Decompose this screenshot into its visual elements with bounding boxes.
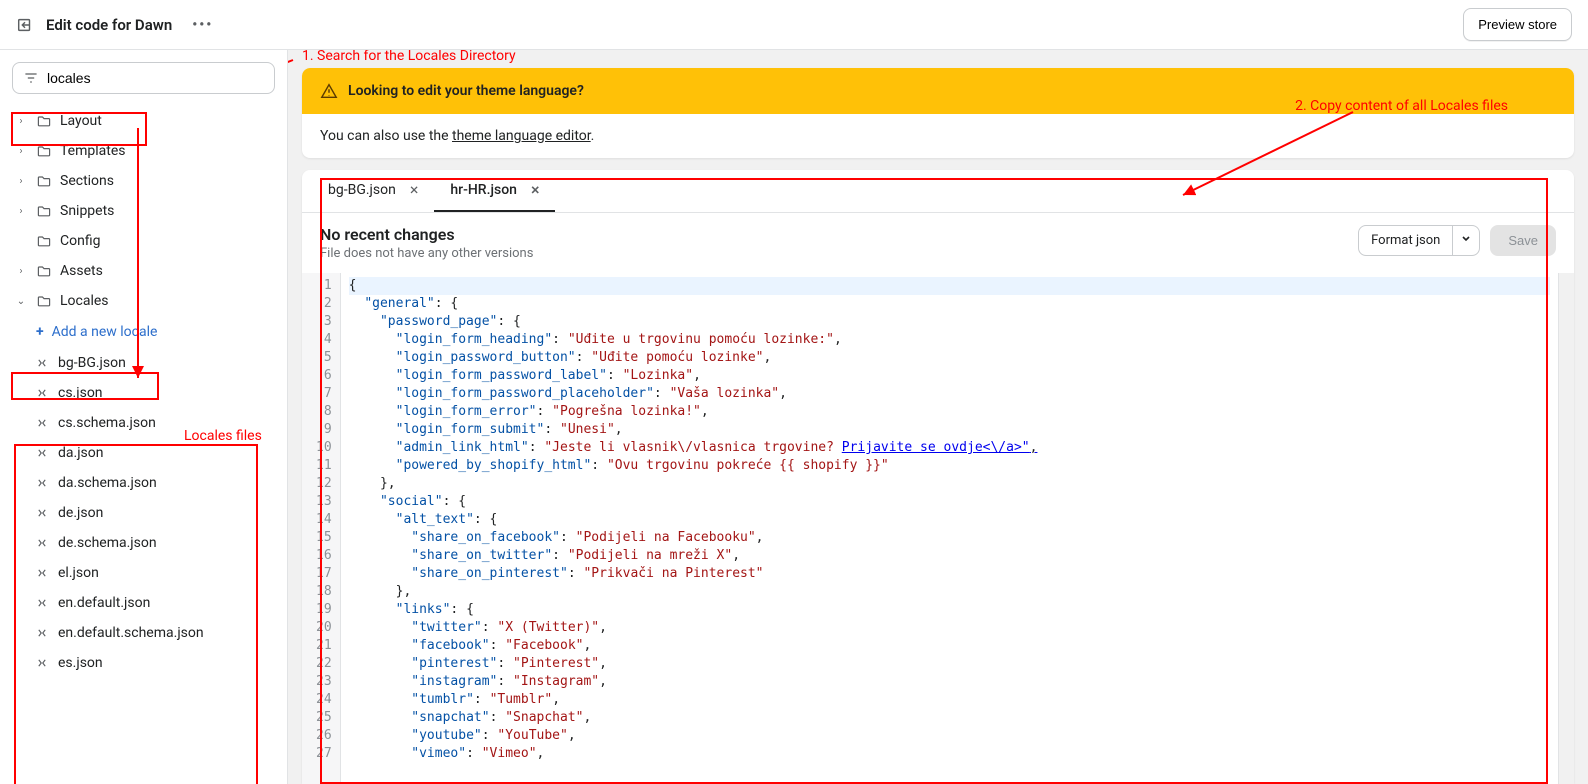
search-box[interactable] — [12, 62, 275, 94]
code-line: "snapchat": "Snapchat", — [349, 709, 1550, 727]
code-line: "twitter": "X (Twitter)", — [349, 619, 1550, 637]
chevron-right-icon: › — [14, 176, 28, 187]
code-line: "login_form_submit": "Unesi", — [349, 421, 1550, 439]
editor-status-title: No recent changes — [320, 225, 533, 244]
alert-container: Looking to edit your theme language? You… — [302, 68, 1574, 158]
code-line: "share_on_twitter": "Podijeli na mreži X… — [349, 547, 1550, 565]
locale-file-item[interactable]: bg-BG.json — [24, 348, 283, 378]
locale-file-item[interactable]: es.json — [24, 648, 283, 678]
editor-card: bg-BG.json×hr-HR.json× No recent changes… — [302, 170, 1574, 784]
code-line: "login_form_password_label": "Lozinka", — [349, 367, 1550, 385]
filter-icon — [23, 70, 39, 86]
annotation-step1: 1. Search for the Locales Directory — [302, 50, 516, 64]
format-json-button[interactable]: Format json — [1358, 225, 1480, 256]
locale-file-item[interactable]: en.default.json — [24, 588, 283, 618]
code-line: "youtube": "YouTube", — [349, 727, 1550, 745]
code-content[interactable]: { "general": { "password_page": { "login… — [341, 273, 1558, 784]
chevron-down-icon: ⌄ — [14, 296, 28, 307]
editor-status-subtitle: File does not have any other versions — [320, 246, 533, 261]
sidebar-folder-snippets[interactable]: ›Snippets — [4, 196, 283, 226]
sidebar-folder-locales[interactable]: ⌄Locales — [4, 286, 283, 316]
code-line: { — [349, 277, 1550, 295]
code-line: "tumblr": "Tumblr", — [349, 691, 1550, 709]
warning-icon — [320, 82, 338, 100]
vertical-scrollbar[interactable] — [1558, 273, 1574, 784]
plus-icon: + — [36, 324, 44, 340]
locale-file-item[interactable]: cs.json — [24, 378, 283, 408]
close-icon[interactable]: × — [410, 182, 419, 198]
sidebar-folder-sections[interactable]: ›Sections — [4, 166, 283, 196]
code-line: "alt_text": { — [349, 511, 1550, 529]
code-line: "password_page": { — [349, 313, 1550, 331]
code-line: }, — [349, 583, 1550, 601]
sidebar-folder-config[interactable]: Config — [4, 226, 283, 256]
locale-file-item[interactable]: de.schema.json — [24, 528, 283, 558]
locale-file-item[interactable]: da.schema.json — [24, 468, 283, 498]
locale-file-item[interactable]: el.json — [24, 558, 283, 588]
exit-icon[interactable] — [16, 16, 34, 34]
sidebar-folder-templates[interactable]: ›Templates — [4, 136, 283, 166]
code-line: "vimeo": "Vimeo", — [349, 745, 1550, 763]
locale-file-item[interactable]: de.json — [24, 498, 283, 528]
tabs: bg-BG.json×hr-HR.json× — [302, 170, 1574, 213]
code-line: "login_password_button": "Uđite pomoću l… — [349, 349, 1550, 367]
code-line: "facebook": "Facebook", — [349, 637, 1550, 655]
topbar: Edit code for Dawn ••• Preview store — [0, 0, 1588, 50]
line-gutter: 1234567891011121314151617181920212223242… — [302, 273, 341, 784]
content-area: 1. Search for the Locales Directory Look… — [288, 50, 1588, 784]
locale-file-item[interactable]: en.default.schema.json — [24, 618, 283, 648]
code-line: "general": { — [349, 295, 1550, 313]
code-line: "pinterest": "Pinterest", — [349, 655, 1550, 673]
add-new-locale-link[interactable]: +Add a new locale — [4, 316, 283, 348]
preview-store-button[interactable]: Preview store — [1463, 8, 1572, 41]
alert-sub: You can also use the theme language edit… — [302, 114, 1574, 158]
alert-banner: Looking to edit your theme language? — [302, 68, 1574, 114]
sidebar: ›Layout›Templates›Sections›SnippetsConfi… — [0, 50, 288, 784]
close-icon[interactable]: × — [531, 182, 540, 198]
page-title: Edit code for Dawn — [46, 16, 172, 34]
locale-file-item[interactable]: cs.schema.json — [24, 408, 283, 438]
code-line: "login_form_heading": "Uđite u trgovinu … — [349, 331, 1550, 349]
chevron-right-icon: › — [14, 266, 28, 277]
locale-file-item[interactable]: da.json — [24, 438, 283, 468]
code-line: "login_form_password_placeholder": "Vaša… — [349, 385, 1550, 403]
code-line: }, — [349, 475, 1550, 493]
tab-bg-BG-json[interactable]: bg-BG.json× — [312, 170, 434, 212]
theme-language-editor-link[interactable]: theme language editor — [452, 128, 591, 144]
chevron-right-icon: › — [14, 116, 28, 127]
alert-heading: Looking to edit your theme language? — [348, 83, 584, 99]
code-line: "instagram": "Instagram", — [349, 673, 1550, 691]
sidebar-folder-assets[interactable]: ›Assets — [4, 256, 283, 286]
code-editor[interactable]: 1234567891011121314151617181920212223242… — [302, 273, 1574, 784]
sidebar-folder-layout[interactable]: ›Layout — [4, 106, 283, 136]
code-line: "social": { — [349, 493, 1550, 511]
chevron-down-icon[interactable] — [1452, 226, 1479, 255]
code-line: "share_on_facebook": "Podijeli na Facebo… — [349, 529, 1550, 547]
code-line: "login_form_error": "Pogrešna lozinka!", — [349, 403, 1550, 421]
chevron-right-icon: › — [14, 146, 28, 157]
code-line: "share_on_pinterest": "Prikvači na Pinte… — [349, 565, 1550, 583]
annotation-arrow-1a — [288, 58, 298, 128]
tab-hr-HR-json[interactable]: hr-HR.json× — [434, 170, 555, 212]
code-line: "powered_by_shopify_html": "Ovu trgovinu… — [349, 457, 1550, 475]
code-line: "links": { — [349, 601, 1550, 619]
save-button[interactable]: Save — [1490, 225, 1556, 256]
chevron-right-icon: › — [14, 206, 28, 217]
code-line: "admin_link_html": "Jeste li vlasnik\/vl… — [349, 439, 1550, 457]
more-button[interactable]: ••• — [184, 13, 221, 37]
search-input[interactable] — [47, 70, 264, 86]
